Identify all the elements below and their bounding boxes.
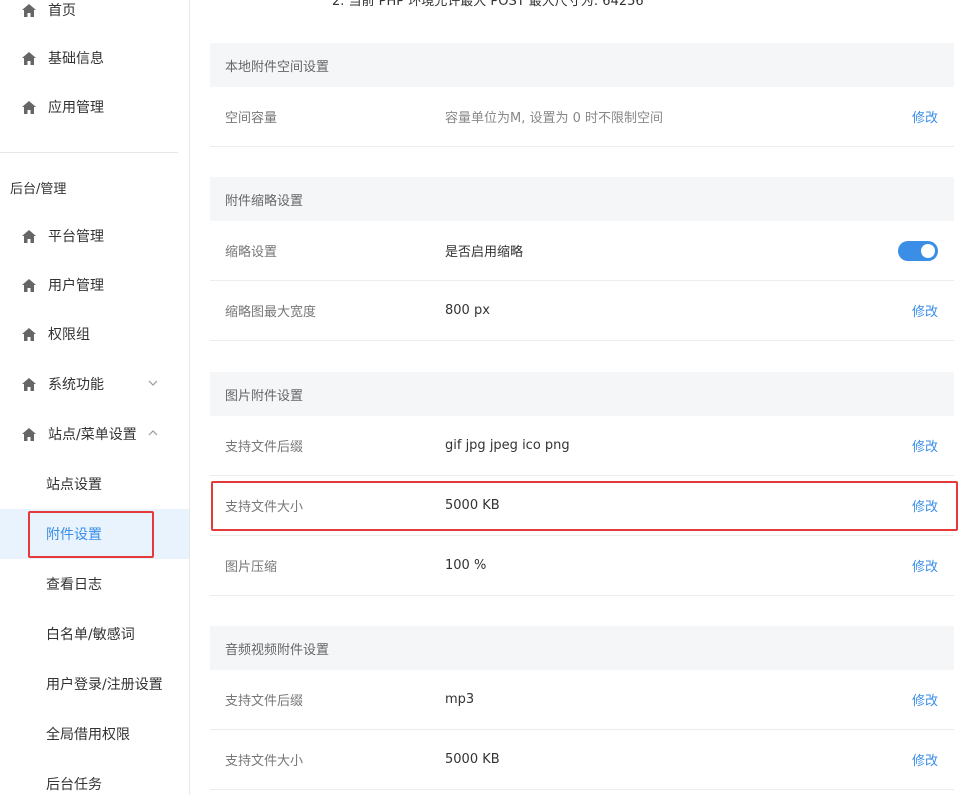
settings-row-image-size: 支持文件大小 5000 KB 修改: [210, 476, 954, 536]
sidebar-item-label: 平台管理: [48, 229, 104, 245]
row-value: gif jpg jpeg ico png: [445, 438, 570, 453]
sidebar-item-label: 系统功能: [48, 377, 104, 393]
section-header-local-storage: 本地附件空间设置: [210, 43, 954, 87]
home-icon: [22, 278, 36, 292]
sidebar-subitem-label: 后台任务: [46, 777, 102, 793]
sidebar-item-permission-groups[interactable]: 权限组: [0, 309, 189, 359]
home-icon: [22, 3, 36, 17]
row-value: 800 px: [445, 303, 490, 318]
row-value: 5000 KB: [445, 752, 500, 767]
sidebar-item-home[interactable]: 首页: [0, 0, 189, 35]
row-label: 缩略图最大宽度: [225, 305, 317, 320]
sidebar: 首页 基础信息 应用管理 后台/管理 平台管理 用户管理 权限组 系统功能 站点…: [0, 0, 190, 795]
sidebar-item-label: 用户管理: [48, 278, 104, 294]
upload-limit-note: 2. 当前 PHP 环境允许最大 POST 最大尺寸为: 64256: [332, 0, 644, 9]
edit-link[interactable]: 修改: [912, 556, 938, 575]
settings-row-av-size: 支持文件大小 5000 KB 修改: [210, 730, 954, 790]
home-icon: [22, 229, 36, 243]
row-label: 空间容量: [225, 111, 278, 126]
chevron-down-icon: [147, 377, 159, 389]
settings-row-thumbnail-toggle: 缩略设置 是否启用缩略: [210, 221, 954, 281]
home-icon: [22, 377, 36, 391]
edit-link[interactable]: 修改: [912, 750, 938, 769]
sidebar-divider: [0, 152, 178, 153]
sidebar-subitem-whitelist[interactable]: 白名单/敏感词: [0, 609, 189, 659]
row-value: 100 %: [445, 558, 487, 573]
home-icon: [22, 100, 36, 114]
row-label: 支持文件大小: [225, 500, 304, 515]
row-label: 缩略设置: [225, 245, 278, 260]
settings-row-av-extensions: 支持文件后缀 mp3 修改: [210, 670, 954, 730]
sidebar-item-basic-info[interactable]: 基础信息: [0, 33, 189, 83]
sidebar-subitem-label: 查看日志: [46, 577, 102, 593]
sidebar-subitem-label: 全局借用权限: [46, 727, 130, 743]
row-value: 5000 KB: [445, 498, 500, 513]
sidebar-subitem-label: 站点设置: [46, 477, 102, 493]
toggle-knob: [921, 244, 935, 258]
sidebar-item-label: 站点/菜单设置: [48, 427, 137, 443]
row-value: mp3: [445, 692, 475, 707]
sidebar-item-label: 权限组: [48, 327, 90, 343]
sidebar-item-users[interactable]: 用户管理: [0, 260, 189, 310]
settings-row-image-extensions: 支持文件后缀 gif jpg jpeg ico png 修改: [210, 416, 954, 476]
row-label: 支持文件后缀: [225, 440, 304, 455]
sidebar-group-title: 后台/管理: [10, 182, 67, 197]
section-header-image: 图片附件设置: [210, 372, 954, 416]
sidebar-subitem-login-register[interactable]: 用户登录/注册设置: [0, 659, 189, 709]
edit-link[interactable]: 修改: [912, 436, 938, 455]
row-label: 支持文件大小: [225, 754, 304, 769]
sidebar-item-label: 应用管理: [48, 100, 104, 116]
sidebar-item-site-menu-settings[interactable]: 站点/菜单设置: [0, 409, 189, 459]
sidebar-item-label: 基础信息: [48, 51, 104, 67]
chevron-up-icon: [147, 427, 159, 439]
sidebar-subitem-attachment-settings[interactable]: 附件设置: [0, 509, 189, 559]
sidebar-subitem-site-settings[interactable]: 站点设置: [0, 459, 189, 509]
sidebar-item-app-management[interactable]: 应用管理: [0, 82, 189, 132]
section-header-audio-video: 音频视频附件设置: [210, 626, 954, 670]
row-label: 支持文件后缀: [225, 694, 304, 709]
edit-link[interactable]: 修改: [912, 690, 938, 709]
settings-row-space-capacity: 空间容量 容量单位为M, 设置为 0 时不限制空间 修改: [210, 87, 954, 147]
edit-link[interactable]: 修改: [912, 107, 938, 126]
edit-link[interactable]: 修改: [912, 301, 938, 320]
row-value: 是否启用缩略: [445, 245, 524, 260]
sidebar-item-platform[interactable]: 平台管理: [0, 211, 189, 261]
sidebar-item-label: 首页: [48, 3, 76, 19]
row-value: 容量单位为M, 设置为 0 时不限制空间: [445, 111, 664, 126]
sidebar-subitem-label: 附件设置: [46, 527, 102, 543]
section-header-thumbnail: 附件缩略设置: [210, 177, 954, 221]
sidebar-subitem-label: 用户登录/注册设置: [46, 677, 163, 693]
sidebar-item-system-functions[interactable]: 系统功能: [0, 359, 189, 409]
sidebar-subitem-view-logs[interactable]: 查看日志: [0, 559, 189, 609]
row-label: 图片压缩: [225, 560, 278, 575]
home-icon: [22, 51, 36, 65]
sidebar-subitem-label: 白名单/敏感词: [46, 627, 135, 643]
home-icon: [22, 427, 36, 441]
sidebar-subitem-global-permissions[interactable]: 全局借用权限: [0, 709, 189, 759]
thumbnail-toggle-switch[interactable]: [898, 241, 938, 261]
home-icon: [22, 327, 36, 341]
sidebar-subitem-background-tasks[interactable]: 后台任务: [0, 759, 189, 795]
edit-link[interactable]: 修改: [912, 496, 938, 515]
settings-row-thumbnail-width: 缩略图最大宽度 800 px 修改: [210, 281, 954, 341]
settings-row-image-compression: 图片压缩 100 % 修改: [210, 536, 954, 596]
